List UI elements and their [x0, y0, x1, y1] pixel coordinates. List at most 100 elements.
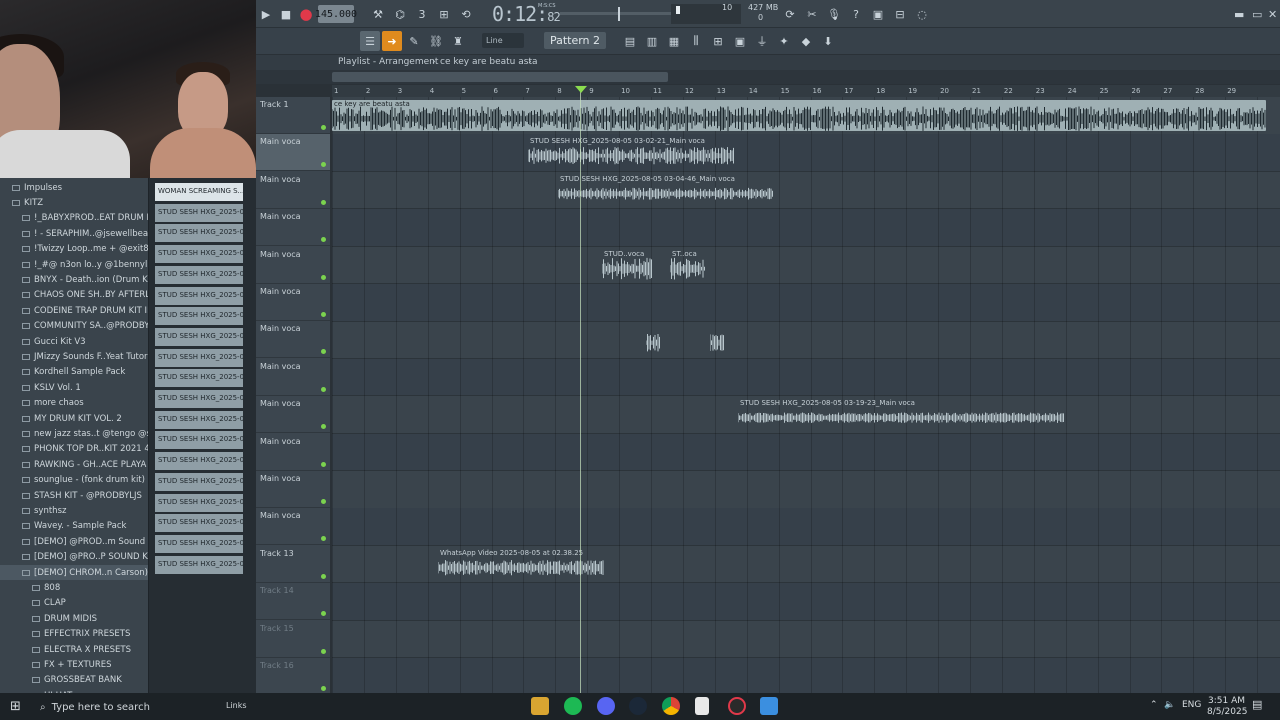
browser-item[interactable]: Wavey. - Sample Pack — [0, 519, 148, 534]
fl-studio-icon[interactable] — [760, 697, 778, 715]
track-header[interactable]: Main voca — [256, 247, 330, 284]
draw-tool-icon[interactable]: ✎ — [404, 31, 424, 51]
edison-icon[interactable]: ◆ — [796, 31, 816, 51]
audio-clip[interactable]: STUD SESH HXG_2025-08-05 03-02-21_Main v… — [528, 137, 734, 168]
picker-item[interactable]: STUD SESH HXG_2025-08... — [155, 224, 243, 243]
browser-item[interactable]: COMMUNITY SA..@PRODBYLJS — [0, 319, 148, 334]
notification-icon[interactable]: ▤ — [1252, 698, 1262, 711]
track-enable-led[interactable] — [321, 424, 326, 430]
browser-item[interactable]: JMizzy Sounds F..Yeat Tutorial — [0, 349, 148, 364]
track-enable-led[interactable] — [321, 611, 326, 617]
track-lane[interactable] — [332, 508, 1280, 546]
chat-icon[interactable]: ◌ — [912, 4, 932, 24]
timeline-ruler[interactable]: 1 2 3 4 5 6 7 8 9 10 11 12 13 14 15 16 17 18 19 20 21 22 23 24 2… — [332, 85, 1280, 97]
track-lane[interactable] — [332, 247, 1280, 285]
track-header[interactable]: Main voca — [256, 284, 330, 321]
track-lane[interactable] — [332, 358, 1280, 397]
picker-item[interactable]: STUD SESH HXG_2025-08... — [155, 203, 243, 222]
browser-item[interactable]: FX + TEXTURES — [0, 657, 148, 672]
audio-clip[interactable]: ce key are beatu asta — [332, 100, 1266, 132]
picker-item[interactable]: STUD SESH HXG_2025-08... — [155, 286, 243, 305]
loop-record-icon[interactable]: ⟲ — [456, 4, 476, 24]
track-enable-led[interactable] — [321, 349, 326, 355]
track-enable-led[interactable] — [321, 237, 326, 243]
discord-icon[interactable] — [597, 697, 615, 715]
track-lane[interactable] — [332, 658, 1280, 693]
restore-icon[interactable]: ▭ — [1252, 4, 1262, 24]
arrangement-name[interactable]: ce key are beatu asta — [440, 57, 537, 67]
track-header[interactable]: Main voca — [256, 396, 330, 434]
browser-item[interactable]: MY DRUM KIT VOL. 2 — [0, 411, 148, 426]
track-enable-led[interactable] — [321, 648, 326, 654]
picker-item[interactable]: STUD SESH HXG_2025-08... — [155, 327, 243, 346]
plugin-picker-icon[interactable]: ✦ — [774, 31, 794, 51]
track-lane[interactable] — [332, 321, 1280, 359]
arrangement-arrow[interactable]: › — [528, 57, 532, 67]
track-header[interactable]: Main voca — [256, 172, 330, 209]
track-header[interactable]: Main voca — [256, 209, 330, 247]
cut-icon[interactable]: ✂ — [802, 4, 822, 24]
browser-item[interactable]: CHAOS ONE SH..BY AFTERLIFE — [0, 288, 148, 303]
browser-item[interactable]: [DEMO] @PRO..P SOUND KIT — [0, 550, 148, 565]
step-edit-icon[interactable]: ⊞ — [434, 4, 454, 24]
playlist-view-icon[interactable]: ☰ — [360, 31, 380, 51]
picker-item[interactable]: WOMAN SCREAMING S... — [155, 183, 243, 201]
track-enable-led[interactable] — [321, 199, 326, 205]
browser-item[interactable]: ! - SERAPHIM..@jsewellbeats — [0, 226, 148, 241]
tempo-display[interactable]: 145.000 — [315, 5, 357, 23]
track-lane[interactable] — [332, 134, 1280, 172]
browser-item[interactable]: RAWKING - GH..ACE PLAYA KIT — [0, 457, 148, 472]
links-toolbar[interactable]: Links — [226, 701, 247, 710]
audio-clip[interactable]: STUD SESH HXG_2025-08-05 03-19-23_Main v… — [738, 399, 1064, 430]
browser-item[interactable]: Gucci Kit V3 — [0, 334, 148, 349]
browser-item[interactable]: synthsz — [0, 503, 148, 518]
picker-item[interactable]: STUD SESH HXG_2025-08... — [155, 431, 243, 450]
audio-clip[interactable]: STUD SESH HXG_2025-08-05 03-04-46_Main v… — [558, 175, 774, 206]
picker-item[interactable]: STUD SESH HXG_2025-08... — [155, 514, 243, 533]
browser-item[interactable]: !_#@ n3on lo..y @1bennyluv] — [0, 257, 148, 272]
picker-item[interactable]: STUD SESH HXG_2025-08... — [155, 369, 243, 388]
track-lane[interactable] — [332, 172, 1280, 210]
help-icon[interactable]: ? — [846, 4, 866, 24]
taskbar-search[interactable]: ⌕ Type here to search — [32, 696, 252, 718]
mixer-icon[interactable]: ⊟ — [890, 4, 910, 24]
picker-item[interactable]: STUD SESH HXG_2025-08... — [155, 452, 243, 471]
track-enable-led[interactable] — [321, 125, 326, 130]
track-header[interactable]: Track 14 — [256, 583, 330, 621]
track-header[interactable]: Main voca — [256, 434, 330, 471]
start-icon[interactable]: ⊞ — [10, 699, 21, 714]
plugin-icon[interactable]: ⏚ — [752, 31, 772, 51]
audio-clip[interactable]: STUD..voca — [602, 250, 652, 281]
browser-item[interactable]: new jazz stas..t @tengo @scrn — [0, 426, 148, 441]
horizontal-scrollbar[interactable] — [332, 72, 668, 82]
picker-item[interactable]: STUD SESH HXG_2025-08... — [155, 410, 243, 429]
track-enable-led[interactable] — [321, 573, 326, 579]
track-enable-led[interactable] — [321, 162, 326, 168]
picker-item[interactable]: STUD SESH HXG_2025-08... — [155, 265, 243, 284]
browser-item[interactable]: CLAP — [0, 596, 148, 611]
browser-item[interactable]: !Twizzy Loop..me + @exit808_ — [0, 242, 148, 257]
track-header[interactable]: Main voca — [256, 359, 330, 396]
picker-item[interactable]: STUD SESH HXG_2025-08... — [155, 245, 243, 264]
browser-item[interactable]: STASH KIT - @PRODBYLJS — [0, 488, 148, 503]
clock-date[interactable]: 8/5/2025 — [1207, 707, 1247, 717]
audio-clip[interactable] — [710, 324, 724, 355]
browser-icon[interactable]: ⊞ — [708, 31, 728, 51]
track-header[interactable]: Main voca — [256, 321, 330, 359]
volume-icon[interactable]: 🔈 — [1164, 700, 1175, 710]
browser-item[interactable]: Impulses — [0, 180, 148, 195]
browser-item[interactable]: [DEMO] @PROD..m Sound Kit — [0, 534, 148, 549]
obs-icon[interactable] — [728, 697, 746, 715]
mixer-view-icon[interactable]: ⫼ — [686, 31, 706, 51]
chrome-icon[interactable] — [662, 697, 680, 715]
playhead-marker[interactable] — [575, 86, 587, 93]
browser-item[interactable]: Kordhell Sample Pack — [0, 365, 148, 380]
audio-clip[interactable] — [646, 324, 660, 355]
track-lane[interactable] — [332, 583, 1280, 621]
track-header[interactable]: Track 16 — [256, 658, 330, 695]
save-icon[interactable]: ▣ — [868, 4, 888, 24]
microphone-icon[interactable]: 🎙 — [824, 4, 844, 24]
browser-item[interactable]: KITZ — [0, 195, 148, 210]
browser-item[interactable]: !_BABYXPROD..EAT DRUM KIT — [0, 211, 148, 226]
track-enable-led[interactable] — [321, 499, 326, 504]
